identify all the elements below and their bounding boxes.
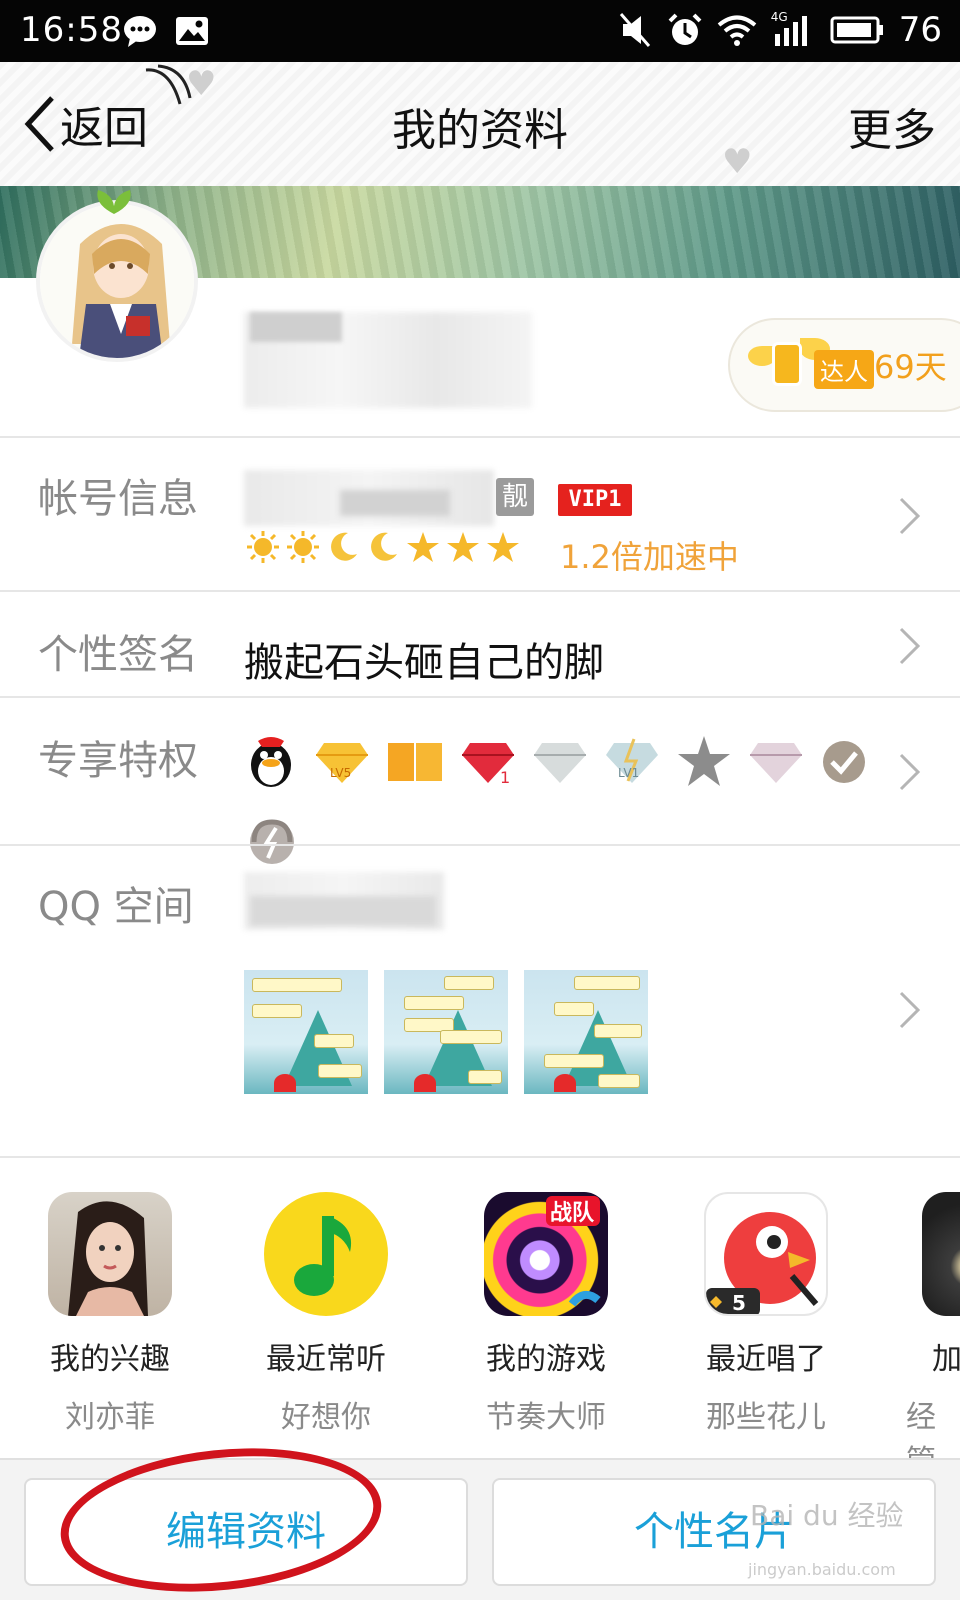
battery-level: 76	[898, 10, 942, 50]
pink-diamond-icon	[750, 743, 802, 783]
photo-portrait-icon	[48, 1192, 172, 1316]
qq-penguin-icon	[251, 737, 291, 787]
privileges-label: 专享特权	[38, 738, 198, 784]
expert-days: 69天	[874, 348, 947, 386]
qq-music-icon	[264, 1192, 388, 1316]
expert-badge-button[interactable]: 达人 69天	[728, 318, 960, 412]
gray-star-icon	[678, 736, 730, 786]
qzone-photo-thumb[interactable]	[384, 970, 508, 1094]
nickname-blurred-part	[250, 312, 342, 342]
check-badge-icon	[823, 741, 865, 783]
game-badge: 战队	[550, 1201, 595, 1226]
wifi-icon	[717, 15, 757, 46]
page-title: 我的资料	[392, 105, 568, 156]
app-title: 最近常听	[266, 1342, 386, 1377]
qzone-photo-thumb[interactable]	[524, 970, 648, 1094]
star-icon	[447, 532, 479, 562]
expert-badge: 达人	[814, 350, 874, 389]
app-title: 加	[932, 1342, 960, 1377]
more-button[interactable]: 更多	[848, 94, 936, 158]
liang-badge: 靓	[496, 478, 534, 516]
app-title: 我的游戏	[486, 1342, 606, 1377]
network-type: 4G	[770, 10, 788, 24]
app-title: 我的兴趣	[50, 1342, 170, 1377]
status-bar: 16:58 4G 76	[0, 0, 960, 62]
chevron-right-icon	[899, 991, 921, 1029]
watermark-url: jingyan.baidu.com	[748, 1560, 896, 1579]
chevron-right-icon	[899, 627, 921, 665]
avatar[interactable]	[36, 200, 198, 362]
qzone-label: QQ 空间	[38, 884, 194, 930]
karaoke-bird-icon: 5	[704, 1192, 828, 1316]
rhythm-master-icon: 战队	[484, 1192, 608, 1316]
anime-girl-avatar-icon	[40, 204, 194, 358]
silver-diamond-icon	[534, 743, 586, 783]
karaoke-level-badge: 5	[732, 1291, 746, 1315]
app-subtitle: 那些花儿	[706, 1400, 826, 1435]
orange-book-icon	[388, 743, 442, 781]
moon-icon	[371, 532, 397, 561]
qzone-name-blurred-part	[250, 896, 436, 926]
vip-badge: VIP1	[558, 484, 632, 516]
red-diamond-icon: 1	[462, 743, 514, 787]
account-info-label: 帐号信息	[38, 476, 198, 522]
edit-profile-button[interactable]: 编辑资料	[24, 1478, 468, 1586]
app-subtitle: 好想你	[281, 1400, 371, 1435]
blue-diamond-lv1-icon: LV1	[606, 738, 658, 783]
app-subtitle: 刘亦菲	[65, 1400, 155, 1435]
phone-icon	[772, 342, 802, 386]
notification-icons	[122, 14, 210, 48]
alarm-icon	[668, 13, 702, 45]
app-subtitle: 节奏大师	[486, 1400, 606, 1435]
signature-label: 个性签名	[38, 632, 198, 678]
svg-text:LV5: LV5	[330, 766, 351, 780]
title-bar: ♥ ♥ 返回 我的资料 更多	[0, 62, 960, 186]
chevron-right-icon	[899, 753, 921, 791]
qq-level-icons	[246, 530, 520, 564]
sun-icon	[247, 531, 279, 563]
speed-text: 1.2倍加速中	[560, 538, 739, 576]
battery-icon	[830, 16, 883, 44]
svg-text:LV1: LV1	[618, 766, 639, 780]
status-time: 16:58	[20, 10, 123, 50]
signature-value: 搬起石头砸自己的脚	[244, 640, 604, 686]
chevron-right-icon	[899, 497, 921, 535]
svg-text:1: 1	[500, 768, 510, 787]
app-recent-listen[interactable]: 最近常听 好想你	[216, 1192, 436, 1436]
star-icon	[407, 532, 439, 562]
star-icon	[487, 532, 519, 562]
chat-bubble-icon	[124, 16, 156, 47]
app-my-games[interactable]: 战队 我的游戏 节奏大师	[436, 1192, 656, 1436]
watermark-brand: Bai du 经验	[750, 1499, 904, 1532]
mute-icon	[619, 13, 650, 47]
signal-icon: 4G	[770, 10, 815, 48]
privilege-icons: LV5 1 LV1	[244, 734, 868, 790]
account-number-blurred-part	[340, 490, 450, 516]
app-my-interest[interactable]: 我的兴趣 刘亦菲	[0, 1192, 220, 1436]
sun-icon	[287, 531, 319, 563]
qzone-photo-thumb[interactable]	[244, 970, 368, 1094]
app-partial[interactable]: 加 经管	[880, 1192, 960, 1480]
leaf-decoration-icon	[97, 190, 131, 214]
app-recent-sing[interactable]: 5 最近唱了 那些花儿	[656, 1192, 876, 1436]
image-icon	[176, 17, 208, 45]
apps-strip[interactable]: 我的兴趣 刘亦菲 最近常听 好想你 战队 我的游戏 节奏大师 5 最近唱了 那些…	[0, 1160, 960, 1479]
yellow-diamond-lv5-icon: LV5	[316, 743, 368, 783]
status-right: 4G 76	[619, 10, 942, 50]
partial-app-icon	[922, 1192, 960, 1316]
moon-icon	[331, 532, 357, 561]
divider	[0, 1156, 960, 1158]
app-title: 最近唱了	[706, 1342, 826, 1377]
